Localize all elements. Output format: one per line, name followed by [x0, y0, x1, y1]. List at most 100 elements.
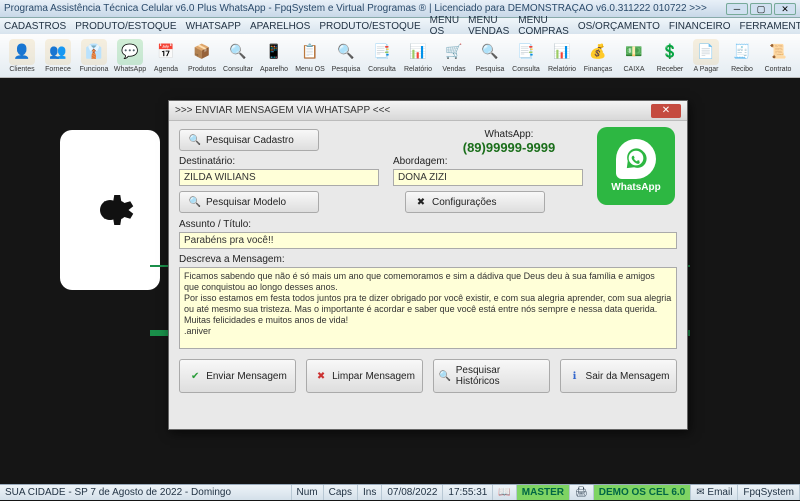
descreva-label: Descreva a Mensagem: [179, 254, 677, 265]
toolbar-relatório[interactable]: 📊Relatório [400, 36, 436, 75]
search-cadastro-button[interactable]: 🔍 Pesquisar Cadastro [179, 129, 319, 151]
menu-financeiro[interactable]: FINANCEIRO [669, 21, 731, 32]
toolbar-contrato[interactable]: 📜Contrato [760, 36, 796, 75]
toolbar-icon: 🧾 [729, 39, 755, 65]
gear-icon: ✖ [414, 195, 428, 209]
menu-aparelhos[interactable]: APARELHOS [250, 21, 310, 32]
toolbar-fornece[interactable]: 👥Fornece [40, 36, 76, 75]
toolbar-icon: 📦 [189, 39, 215, 65]
toolbar-recibo[interactable]: 🧾Recibo [724, 36, 760, 75]
toolbar-aparelho[interactable]: 📱Aparelho [256, 36, 292, 75]
status-num: Num [292, 485, 324, 500]
status-caps: Caps [324, 485, 358, 500]
clear-button[interactable]: ✖Limpar Mensagem [306, 359, 423, 393]
status-master: MASTER [517, 485, 570, 500]
toolbar-funciona[interactable]: 👔Funciona [76, 36, 112, 75]
toolbar-relatório[interactable]: 📊Relatório [544, 36, 580, 75]
toolbar-consulta[interactable]: 📑Consulta [364, 36, 400, 75]
send-button[interactable]: ✔Enviar Mensagem [179, 359, 296, 393]
toolbar-icon: 📊 [405, 39, 431, 65]
menubar: CADASTROS PRODUTO/ESTOQUE WHATSAPP APARE… [0, 18, 800, 34]
toolbar-finanças[interactable]: 💰Finanças [580, 36, 616, 75]
dest-label: Destinatário: [179, 156, 379, 167]
minimize-button[interactable]: ─ [726, 3, 748, 15]
toolbar-pesquisa[interactable]: 🔍Pesquisa [328, 36, 364, 75]
phone-gears-icon [60, 130, 160, 290]
status-brand: FpqSystem [738, 485, 800, 500]
menu-menuvendas[interactable]: MENU VENDAS [468, 15, 509, 37]
toolbar-icon: 👥 [45, 39, 71, 65]
abord-field[interactable] [393, 169, 583, 186]
toolbar-agenda[interactable]: 📅Agenda [148, 36, 184, 75]
toolbar-clientes[interactable]: 👤Clientes [4, 36, 40, 75]
menu-menucompras[interactable]: MENU COMPRAS [518, 15, 569, 37]
toolbar-consulta[interactable]: 📑Consulta [508, 36, 544, 75]
toolbar-icon: 📑 [513, 39, 539, 65]
x-icon: ✖ [314, 369, 328, 383]
toolbar: 👤Clientes👥Fornece👔Funciona💬WhatsApp📅Agen… [0, 34, 800, 78]
toolbar-icon: 🔍 [333, 39, 359, 65]
titlebar: Programa Assistência Técnica Celular v6.… [0, 0, 800, 18]
toolbar-icon: 💵 [621, 39, 647, 65]
toolbar-icon: 📅 [153, 39, 179, 65]
menu-cadastros[interactable]: CADASTROS [4, 21, 66, 32]
toolbar-icon: 📑 [369, 39, 395, 65]
assunto-field[interactable] [179, 232, 677, 249]
message-textarea[interactable]: Ficamos sabendo que não é só mais um ano… [179, 267, 677, 349]
toolbar-vendas[interactable]: 🛒Vendas [436, 36, 472, 75]
search-icon: 🔍 [188, 133, 202, 147]
toolbar-menu os[interactable]: 📋Menu OS [292, 36, 328, 75]
toolbar-icon: 💰 [585, 39, 611, 65]
toolbar-consultar[interactable]: 🔍Consultar [220, 36, 256, 75]
toolbar-produtos[interactable]: 📦Produtos [184, 36, 220, 75]
search-modelo-button[interactable]: 🔍 Pesquisar Modelo [179, 191, 319, 213]
toolbar-icon: 👤 [9, 39, 35, 65]
history-button[interactable]: 🔍Pesquisar Históricos [433, 359, 550, 393]
status-location: SUA CIDADE - SP 7 de Agosto de 2022 - Do… [0, 485, 292, 500]
dest-field[interactable] [179, 169, 379, 186]
status-book-icon: 📖 [493, 485, 516, 500]
dialog-titlebar: >>> ENVIAR MENSAGEM VIA WHATSAPP <<< ✕ [169, 101, 687, 121]
toolbar-icon: 📄 [693, 39, 719, 65]
window-title: Programa Assistência Técnica Celular v6.… [4, 3, 724, 14]
menu-ferramentas[interactable]: FERRAMENTAS [740, 21, 800, 32]
toolbar-icon: 🔍 [225, 39, 251, 65]
status-date: 07/08/2022 [382, 485, 443, 500]
abord-label: Abordagem: [393, 156, 583, 167]
dialog-close-button[interactable]: ✕ [651, 104, 681, 118]
status-printer-icon: 🖨 [570, 485, 594, 500]
search-icon: 🔍 [438, 369, 452, 383]
toolbar-receber[interactable]: 💲Receber [652, 36, 688, 75]
toolbar-a pagar[interactable]: 📄A Pagar [688, 36, 724, 75]
toolbar-icon: 📱 [261, 39, 287, 65]
status-ins: Ins [358, 485, 382, 500]
toolbar-icon: 🛒 [441, 39, 467, 65]
toolbar-caixa[interactable]: 💵CAIXA [616, 36, 652, 75]
statusbar: SUA CIDADE - SP 7 de Agosto de 2022 - Do… [0, 484, 800, 500]
toolbar-icon: 📊 [549, 39, 575, 65]
whatsapp-logo: WhatsApp [597, 127, 675, 205]
maximize-button[interactable]: ▢ [750, 3, 772, 15]
toolbar-icon: 💬 [117, 39, 143, 65]
menu-whatsapp[interactable]: WHATSAPP [186, 21, 241, 32]
whatsapp-dialog: >>> ENVIAR MENSAGEM VIA WHATSAPP <<< ✕ W… [168, 100, 688, 430]
toolbar-whatsapp[interactable]: 💬WhatsApp [112, 36, 148, 75]
menu-osorcamento[interactable]: OS/ORÇAMENTO [578, 21, 660, 32]
status-time: 17:55:31 [443, 485, 493, 500]
config-button[interactable]: ✖ Configurações [405, 191, 545, 213]
toolbar-icon: 👔 [81, 39, 107, 65]
toolbar-icon: 📋 [297, 39, 323, 65]
dialog-title: >>> ENVIAR MENSAGEM VIA WHATSAPP <<< [175, 105, 651, 116]
toolbar-icon: 🔍 [477, 39, 503, 65]
close-button[interactable]: ✕ [774, 3, 796, 15]
whatsapp-label: WhatsApp: [449, 129, 569, 140]
menu-menuos[interactable]: MENU OS [430, 15, 459, 37]
status-email[interactable]: ✉ Email [691, 485, 738, 500]
search-icon: 🔍 [188, 195, 202, 209]
exit-button[interactable]: ℹSair da Mensagem [560, 359, 677, 393]
toolbar-pesquisa[interactable]: 🔍Pesquisa [472, 36, 508, 75]
menu-produtoestoque[interactable]: PRODUTO/ESTOQUE [75, 21, 176, 32]
menu-produtoestoque2[interactable]: PRODUTO/ESTOQUE [319, 21, 420, 32]
whatsapp-number: (89)99999-9999 [449, 140, 569, 155]
toolbar-icon: 📜 [765, 39, 791, 65]
